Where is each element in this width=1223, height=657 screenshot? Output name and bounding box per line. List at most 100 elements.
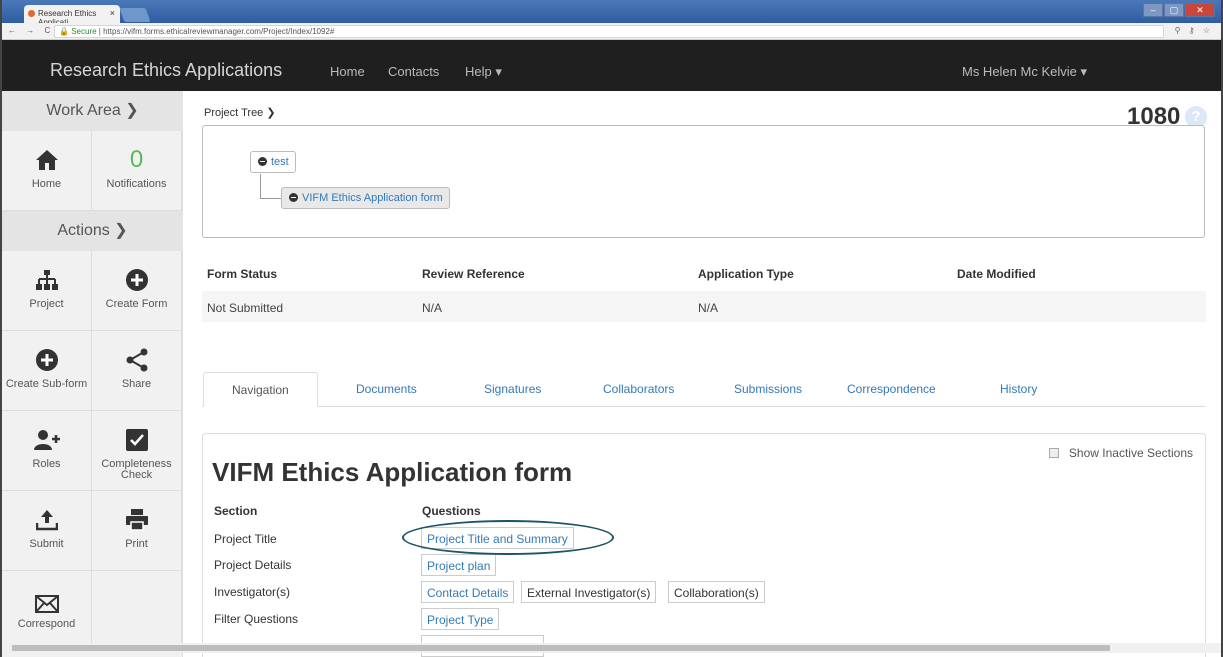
roles-button[interactable]: Roles: [2, 411, 92, 491]
question-collaborations[interactable]: Collaboration(s): [668, 581, 765, 603]
window-controls: – ▢ ✕: [1143, 3, 1215, 17]
tree-node-label: test: [271, 156, 289, 168]
show-inactive-sections-toggle[interactable]: Show Inactive Sections: [1048, 446, 1193, 460]
section-name: Project Details: [214, 558, 292, 572]
scrollbar-thumb[interactable]: [12, 645, 1110, 651]
share-label: Share: [121, 378, 152, 390]
home-icon: [2, 147, 91, 173]
tree-node-label: VIFM Ethics Application form: [302, 192, 443, 204]
notifications-button[interactable]: 0 Notifications: [92, 131, 182, 211]
question-contact-details[interactable]: Contact Details: [421, 581, 515, 603]
project-tree-panel: test VIFM Ethics Application form: [202, 125, 1205, 238]
tab-history[interactable]: History: [1000, 372, 1037, 407]
form-status-header: Form Status: [207, 267, 278, 281]
create-subform-button[interactable]: Create Sub-form: [2, 331, 92, 411]
url-field[interactable]: 🔒 Secure | https://vifm.forms.ethicalrev…: [54, 25, 1164, 38]
horizontal-scrollbar[interactable]: [2, 643, 1221, 653]
window-close-button[interactable]: ✕: [1185, 3, 1215, 17]
tab-submissions[interactable]: Submissions: [734, 372, 802, 407]
browser-tabstrip: Research Ethics Applicati × – ▢ ✕: [2, 0, 1221, 27]
envelope-icon: [2, 591, 91, 617]
nav-home-link[interactable]: Home: [330, 64, 365, 79]
url-separator: |: [98, 27, 101, 36]
correspond-label: Correspond: [17, 618, 76, 630]
application-type-header: Application Type: [698, 267, 794, 281]
share-icon: [92, 347, 181, 373]
tab-correspondence[interactable]: Correspondence: [847, 372, 936, 407]
work-area-heading[interactable]: Work Area ❯: [2, 91, 183, 131]
user-plus-icon: [2, 427, 91, 453]
submit-button[interactable]: Submit: [2, 491, 92, 571]
maximize-button[interactable]: ▢: [1164, 3, 1184, 17]
minimize-button[interactable]: –: [1143, 3, 1163, 17]
section-name: Project Title: [214, 532, 277, 546]
project-label: Project: [29, 298, 64, 310]
secure-label: Secure: [71, 27, 97, 36]
favicon-icon: [28, 10, 35, 17]
review-reference-value: N/A: [422, 301, 443, 315]
tree-connector: [260, 198, 281, 199]
address-bar-icons[interactable]: ⚲ ⚷ ☆: [1175, 26, 1213, 35]
create-subform-label: Create Sub-form: [5, 378, 88, 390]
completeness-check-label: Completeness Check: [101, 458, 172, 481]
sections-panel: Show Inactive Sections VIFM Ethics Appli…: [202, 433, 1206, 657]
question-project-type[interactable]: Project Type: [421, 608, 500, 630]
application-type-value: N/A: [698, 301, 719, 315]
app-navbar: Research Ethics Applications Home Contac…: [2, 40, 1221, 91]
question-project-title-summary[interactable]: Project Title and Summary: [421, 527, 574, 549]
home-button[interactable]: Home: [2, 131, 92, 211]
address-bar-row: ← → C 🔒 Secure | https://vifm.forms.ethi…: [2, 23, 1221, 40]
notifications-count: 0: [129, 146, 144, 173]
completeness-check-button[interactable]: Completeness Check: [92, 411, 182, 491]
create-form-button[interactable]: Create Form: [92, 251, 182, 331]
tab-signatures[interactable]: Signatures: [484, 372, 541, 407]
tab-close-icon[interactable]: ×: [110, 8, 115, 18]
browser-nav-buttons[interactable]: ← → C: [8, 26, 54, 35]
form-tabs: Navigation Documents Signatures Collabor…: [202, 372, 1206, 407]
review-reference-header: Review Reference: [422, 267, 525, 281]
tree-node-test[interactable]: test: [250, 151, 296, 173]
show-inactive-label: Show Inactive Sections: [1068, 446, 1193, 460]
sidebar: Work Area ❯ Home 0 Notifications Actions…: [2, 91, 183, 657]
questions-column-header: Questions: [422, 504, 481, 518]
section-name: Investigator(s): [214, 585, 291, 599]
sidebar-empty-cell: [92, 571, 182, 651]
form-title: VIFM Ethics Application form: [212, 457, 573, 487]
minus-circle-icon[interactable]: [289, 193, 298, 202]
print-button[interactable]: Print: [92, 491, 182, 571]
question-project-plan[interactable]: Project plan: [421, 554, 497, 576]
lock-icon: 🔒: [59, 27, 69, 36]
notifications-label: Notifications: [106, 178, 167, 190]
question-external-investigators[interactable]: External Investigator(s): [521, 581, 657, 603]
url-text: https://vifm.forms.ethicalreviewmanager.…: [103, 27, 335, 36]
roles-label: Roles: [32, 458, 61, 470]
browser-window: Research Ethics Applicati × – ▢ ✕ ← → C …: [0, 0, 1223, 657]
user-menu[interactable]: Ms Helen Mc Kelvie ▾: [962, 64, 1087, 80]
tab-collaborators[interactable]: Collaborators: [603, 372, 674, 407]
minus-circle-icon[interactable]: [258, 157, 267, 166]
submit-label: Submit: [29, 538, 64, 550]
share-button[interactable]: Share: [92, 331, 182, 411]
sitemap-icon: [2, 267, 91, 293]
app-brand[interactable]: Research Ethics Applications: [50, 60, 282, 81]
new-tab-button[interactable]: [119, 8, 151, 22]
section-column-header: Section: [214, 504, 258, 518]
tab-navigation[interactable]: Navigation: [203, 372, 318, 407]
tab-documents[interactable]: Documents: [356, 372, 417, 407]
correspond-button[interactable]: Correspond: [2, 571, 92, 651]
plus-circle-icon: [92, 267, 181, 293]
project-button[interactable]: Project: [2, 251, 92, 331]
plus-circle-icon: [2, 347, 91, 373]
section-name: Filter Questions: [214, 612, 299, 626]
actions-heading[interactable]: Actions ❯: [2, 211, 183, 251]
print-icon: [92, 507, 181, 533]
nav-help-menu[interactable]: Help ▾: [465, 64, 502, 80]
project-tree-toggle[interactable]: Project Tree ❯: [204, 106, 276, 119]
tree-connector: [260, 174, 261, 198]
nav-contacts-link[interactable]: Contacts: [388, 64, 439, 79]
date-modified-header: Date Modified: [957, 267, 1036, 281]
browser-tab[interactable]: Research Ethics Applicati ×: [24, 5, 120, 27]
tree-node-vifm-form[interactable]: VIFM Ethics Application form: [281, 187, 450, 209]
show-inactive-checkbox[interactable]: [1048, 448, 1059, 458]
form-status-value: Not Submitted: [207, 301, 284, 315]
